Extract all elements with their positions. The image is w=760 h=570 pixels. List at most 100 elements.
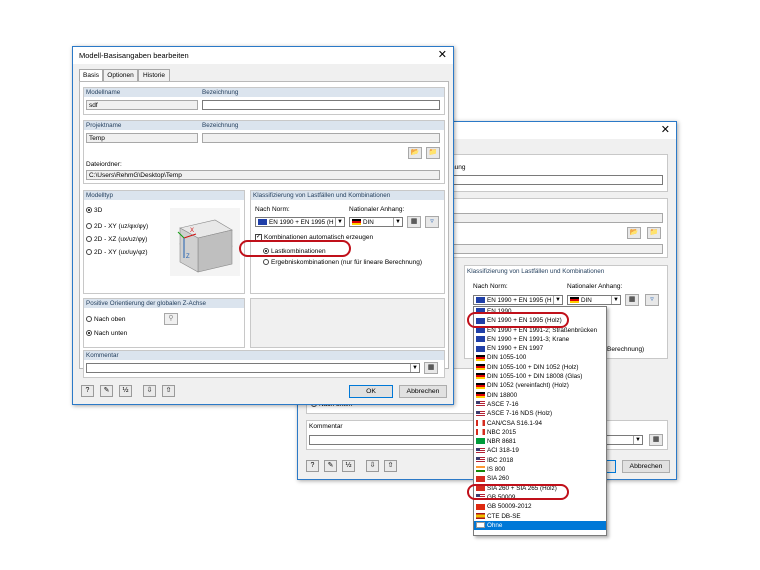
dateiordner-input[interactable]: C:\Users\RehmG\Desktop\Temp [86,170,440,180]
dropdown-item[interactable]: DIN 1055-100 [474,353,606,362]
radio-2d-xy-uv[interactable]: 2D - XY (ux/uy/φz) [86,249,148,256]
back-projekt-input[interactable] [451,213,663,223]
front-dialog-titlebar: Modell-Basisangaben bearbeiten ✕ [73,47,453,64]
folder-open-icon[interactable]: 📂 [408,147,422,159]
folder-save-icon[interactable]: 📁 [426,147,440,159]
back-kommentar-icon[interactable]: ▦ [649,434,663,446]
radio-3d[interactable]: 3D [86,207,102,214]
back-folder-open-icon[interactable]: 📂 [627,227,641,239]
anhang-select[interactable]: DIN ▼ [349,217,403,227]
dateiordner-label: Dateiordner: [86,161,122,168]
svg-text:Z: Z [186,254,190,260]
dropdown-item[interactable]: DIN 1055-100 + DIN 18008 (Glas) [474,372,606,381]
dropdown-item[interactable]: SIA 260 [474,474,606,483]
close-icon[interactable]: ✕ [438,48,447,61]
projektname-input[interactable]: Temp [86,133,198,143]
radio-2d-xz[interactable]: 2D - XZ (ux/uz/φy) [86,236,147,243]
dropdown-item-label: DIN 1055-100 + DIN 18008 (Glas) [487,373,583,381]
nationaler-anhang-label: Nationaler Anhang: [349,206,405,213]
dropdown-item[interactable]: GB 50009-2012 [474,502,606,511]
units-icon[interactable]: ½ [119,385,132,397]
dropdown-item[interactable]: DIN 1052 (vereinfacht) (Holz) [474,381,606,390]
back-kommentar-label: Kommentar [309,423,343,430]
dropdown-item[interactable]: IS 800 [474,465,606,474]
back-units-icon[interactable]: ½ [342,460,355,472]
back-import-icon[interactable]: ⇩ [366,460,379,472]
back-dateiordner-input[interactable] [451,244,663,254]
back-filter-icon[interactable]: ▿ [645,294,659,306]
kommentar-icon[interactable]: ▦ [424,362,438,374]
radio-icon [86,249,92,256]
dropdown-item[interactable]: ASCE 7-16 NDS (Holz) [474,409,606,418]
de-flag-icon [476,373,485,380]
ok-button[interactable]: OK [349,385,393,398]
back-folder-save-icon[interactable]: 📁 [647,227,661,239]
dropdown-item-label: IS 800 [487,466,506,474]
norm-select[interactable]: EN 1990 + EN 1995 (H ▼ [255,217,345,227]
dropdown-item[interactable]: NBC 2015 [474,428,606,437]
import-icon[interactable]: ⇩ [143,385,156,397]
dropdown-item-label: DIN 1055-100 + DIN 1052 (Holz) [487,363,579,371]
filter-icon[interactable]: ▿ [425,216,439,228]
radio-ergebniskombinationen[interactable]: Ergebniskombinationen (nur für lineare B… [263,259,422,266]
kommentar-select[interactable]: ▼ [86,363,420,373]
back-export-icon[interactable]: ⇧ [384,460,397,472]
dropdown-item[interactable]: DIN 18800 [474,391,606,400]
bezeichnung2-input[interactable] [202,133,440,143]
bezeichnung-input[interactable] [202,100,440,110]
eu-flag-icon [476,336,485,343]
dropdown-item[interactable]: ACI 318-19 [474,446,606,455]
dropdown-item[interactable]: NBR 8681 [474,437,606,446]
back-edit-icon[interactable]: ✎ [324,460,337,472]
orientation-pick-icon[interactable]: ⚲ [164,313,178,325]
edit-icon[interactable]: ✎ [100,385,113,397]
radio-nach-oben[interactable]: Nach oben [86,316,125,323]
chevron-down-icon[interactable]: ▼ [393,218,402,226]
kommentar-heading: Kommentar [84,351,444,360]
radio-icon [263,259,269,266]
dropdown-item[interactable]: IBC 2018 [474,456,606,465]
export-icon[interactable]: ⇧ [162,385,175,397]
modellname-input[interactable]: sdf [86,100,198,110]
back-edit-norm-icon[interactable]: ▦ [625,294,639,306]
dropdown-item[interactable]: EN 1990 + EN 1991-3; Krane [474,335,606,344]
eu-flag-icon [476,345,485,352]
back-bezeichnung-input[interactable] [451,175,663,185]
chevron-down-icon[interactable]: ▼ [410,364,419,372]
back-section-name: nung [448,154,668,192]
help-icon[interactable]: ? [81,385,94,397]
de-flag-icon [476,382,485,389]
chevron-down-icon[interactable]: ▼ [633,436,642,444]
tab-optionen[interactable]: Optionen [103,69,138,81]
back-abbrechen-button[interactable]: Abbrechen [622,460,670,473]
chevron-down-icon[interactable]: ▼ [611,296,620,304]
norm-dropdown-list[interactable]: EN 1990 EN 1990 + EN 1995 (Holz) EN 1990 +… [473,306,607,536]
chevron-down-icon[interactable]: ▼ [335,218,344,226]
tab-historie[interactable]: Historie [138,69,170,81]
dropdown-item[interactable]: EN 1990 + EN 1997 [474,344,606,353]
section-orientierung: Positive Orientierung der globalen Z-Ach… [83,298,245,348]
highlight-oval-sia [467,484,569,500]
abbrechen-button[interactable]: Abbrechen [399,385,447,398]
projektname-label: Projektname [86,122,122,129]
modellname-label: Modellname [86,89,121,96]
dropdown-item-label: NBR 8681 [487,438,517,446]
dropdown-item[interactable]: DIN 1055-100 + DIN 1052 (Holz) [474,363,606,372]
dropdown-item-label: EN 1990 + EN 1997 [487,345,544,353]
dropdown-item-label: CTE DB-SE [487,512,521,520]
dialog-title: Modell-Basisangaben bearbeiten [79,51,189,60]
dropdown-item[interactable]: CAN/CSA S16.1-94 [474,419,606,428]
edit-norm-icon[interactable]: ▦ [407,216,421,228]
back-anhang-select[interactable]: DIN ▼ [567,295,621,305]
radio-nach-unten[interactable]: Nach unten [86,330,127,337]
dropdown-item[interactable]: CTE DB-SE [474,512,606,521]
dropdown-item[interactable]: ASCE 7-16 [474,400,606,409]
back-help-icon[interactable]: ? [306,460,319,472]
chevron-down-icon[interactable]: ▼ [553,296,562,304]
radio-2d-xy[interactable]: 2D - XY (uz/φx/φy) [86,223,148,230]
back-berechnung-fragment: Berechnung) [607,346,645,353]
back-close-icon[interactable]: ✕ [661,123,670,136]
back-norm-select[interactable]: EN 1990 + EN 1995 (H ▼ [473,295,563,305]
de-flag-icon [570,297,579,304]
dropdown-item[interactable]: Ohne [474,520,606,531]
